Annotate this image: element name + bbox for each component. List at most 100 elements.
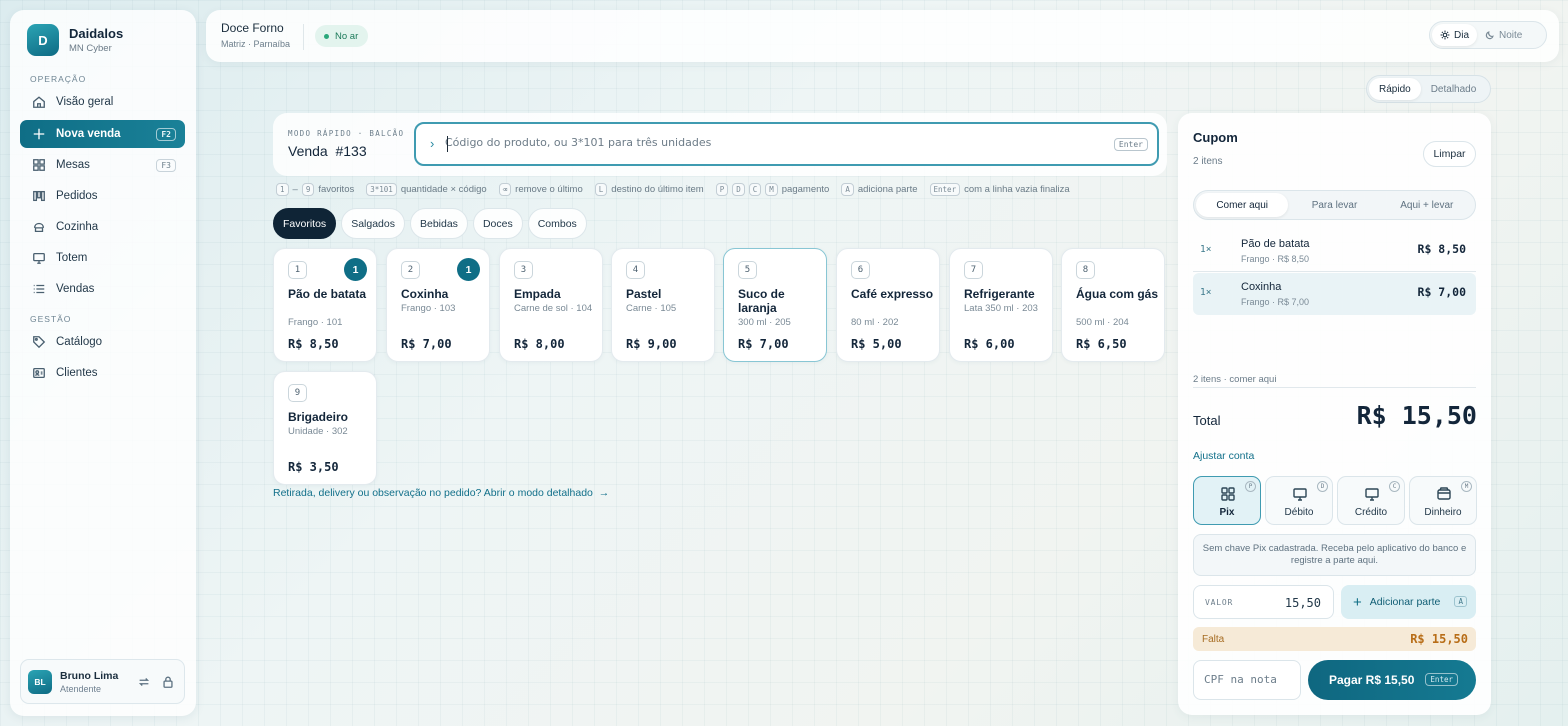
- tab-aqui-levar[interactable]: Aqui + levar: [1381, 193, 1473, 217]
- payment-label: Pix: [1219, 507, 1235, 518]
- product-number: 6: [851, 261, 870, 279]
- tab-bebidas[interactable]: Bebidas: [409, 208, 468, 239]
- line-detail: Frango · R$ 7,00: [1241, 297, 1310, 307]
- cpf-field[interactable]: [1193, 660, 1301, 700]
- cpf-input[interactable]: [1204, 673, 1294, 686]
- product-card[interactable]: 4 Pastel Carne · 105 R$ 9,00: [611, 248, 715, 362]
- receipt-line[interactable]: 1× Pão de batata Frango · R$ 8,50 R$ 8,5…: [1193, 230, 1476, 272]
- product-card[interactable]: 7 Refrigerante Lata 350 ml · 203 R$ 6,00: [949, 248, 1053, 362]
- product-code-input[interactable]: [445, 136, 1045, 149]
- sidebar-item-visao-geral[interactable]: Visão geral: [20, 88, 185, 116]
- line-value: R$ 8,50: [1417, 242, 1466, 256]
- product-detail: Frango · 101: [288, 317, 343, 328]
- quick-entry-panel: MODO RÁPIDO · BALCÃO Venda #133 › Enter: [273, 113, 1167, 176]
- payment-debito-button[interactable]: D Débito: [1265, 476, 1333, 525]
- product-name: Brigadeiro: [288, 410, 349, 424]
- chevron-right-icon: ›: [430, 136, 435, 151]
- section-label-gestao: GESTÃO: [30, 314, 72, 324]
- product-card[interactable]: 5 Suco de laranja 300 ml · 205 R$ 7,00: [723, 248, 827, 362]
- amount-value[interactable]: 15,50: [1285, 596, 1321, 610]
- sidebar-item-clientes[interactable]: Clientes: [20, 359, 185, 387]
- add-part-label: Adicionar parte: [1369, 596, 1441, 608]
- shortcut-badge: F3: [156, 158, 176, 172]
- product-card[interactable]: 1 1 Pão de batata Frango · 101 R$ 8,50: [273, 248, 377, 362]
- sidebar-item-vendas[interactable]: Vendas: [20, 275, 185, 303]
- product-number: 7: [964, 261, 983, 279]
- open-detailed-mode-link[interactable]: Retirada, delivery ou observação no pedi…: [273, 487, 609, 499]
- product-card[interactable]: 6 Café expresso 80 ml · 202 R$ 5,00: [836, 248, 940, 362]
- product-number: 1: [288, 261, 307, 279]
- sidebar-item-pedidos[interactable]: Pedidos: [20, 182, 185, 210]
- payment-label: Débito: [1284, 507, 1314, 518]
- store-name: Doce Forno: [221, 21, 284, 35]
- payment-label: Crédito: [1354, 507, 1388, 518]
- switch-user-icon[interactable]: [137, 675, 151, 689]
- product-card[interactable]: 8 Água com gás 500 ml · 204 R$ 6,50: [1061, 248, 1165, 362]
- product-number: 3: [514, 261, 533, 279]
- remaining-value: R$ 15,50: [1410, 632, 1468, 646]
- amount-field[interactable]: VALOR 15,50: [1193, 585, 1334, 619]
- lock-icon[interactable]: [161, 675, 175, 689]
- sidebar-item-label: Visão geral: [56, 96, 114, 108]
- shortcut-badge: Enter: [1425, 673, 1458, 686]
- product-card[interactable]: 9 Brigadeiro Unidade · 302 R$ 3,50: [273, 371, 377, 485]
- tab-doces[interactable]: Doces: [472, 208, 523, 239]
- topbar: Doce Forno Matriz · Parnaíba No ar Dia N…: [206, 10, 1559, 62]
- pay-button[interactable]: Pagar R$ 15,50 Enter: [1308, 660, 1476, 700]
- product-detail: Carne de sol · 104: [514, 303, 593, 314]
- tab-favoritos[interactable]: Favoritos: [273, 208, 337, 239]
- sidebar-item-label: Totem: [56, 252, 88, 264]
- product-detail: Unidade · 302: [288, 426, 348, 437]
- receipt-title: Cupom: [1193, 130, 1238, 145]
- payment-label: Dinheiro: [1424, 507, 1462, 518]
- total-value: R$ 15,50: [1356, 401, 1477, 430]
- sidebar-item-label: Catálogo: [56, 336, 103, 348]
- sidebar-item-nova-venda[interactable]: Nova venda F2: [20, 120, 185, 148]
- payment-credito-button[interactable]: C Crédito: [1337, 476, 1405, 525]
- sidebar-item-cozinha[interactable]: Cozinha: [20, 213, 185, 241]
- shortcut-badge: P: [1245, 481, 1256, 492]
- tab-para-levar[interactable]: Para levar: [1288, 193, 1380, 217]
- product-card[interactable]: 3 Empada Carne de sol · 104 R$ 8,00: [499, 248, 603, 362]
- product-card[interactable]: 2 1 Coxinha Frango · 103 R$ 7,00: [386, 248, 490, 362]
- mode-rapido-button[interactable]: Rápido: [1369, 78, 1421, 100]
- status-badge: No ar: [315, 25, 369, 47]
- hint-text: favoritos: [318, 184, 355, 195]
- sidebar-item-label: Pedidos: [56, 190, 98, 202]
- theme-day-button[interactable]: Dia: [1432, 24, 1478, 46]
- plus-icon: +: [1353, 593, 1362, 611]
- hint-key: Enter: [929, 183, 961, 196]
- sidebar-item-label: Cozinha: [56, 221, 99, 233]
- receipt-line[interactable]: 1× Coxinha Frango · R$ 7,00 R$ 7,00: [1193, 273, 1476, 315]
- remaining-bar: Falta R$ 15,50: [1193, 627, 1476, 651]
- payment-dinheiro-button[interactable]: M Dinheiro: [1409, 476, 1477, 525]
- sun-icon: [1440, 30, 1450, 40]
- sidebar-item-totem[interactable]: Totem: [20, 244, 185, 272]
- adjust-bill-link[interactable]: Ajustar conta: [1193, 450, 1254, 462]
- sidebar-item-mesas[interactable]: Mesas F3: [20, 151, 185, 179]
- product-code-field[interactable]: › Enter: [414, 122, 1159, 166]
- sidebar-item-catalogo[interactable]: Catálogo: [20, 328, 185, 356]
- hint-key: C: [748, 183, 762, 196]
- theme-night-button[interactable]: Noite: [1477, 24, 1530, 46]
- product-number: 9: [288, 384, 307, 402]
- tab-comer-aqui[interactable]: Comer aqui: [1196, 193, 1289, 217]
- product-number: 4: [626, 261, 645, 279]
- product-name: Empada: [514, 287, 561, 301]
- amount-label: VALOR: [1205, 598, 1234, 607]
- tab-combos[interactable]: Combos: [527, 208, 587, 239]
- quantity-badge: 1: [344, 258, 367, 281]
- product-price: R$ 8,50: [288, 337, 339, 351]
- user-role: Atendente: [60, 683, 102, 694]
- payment-pix-button[interactable]: P Pix: [1193, 476, 1261, 525]
- divider: [1193, 271, 1476, 272]
- list-icon: [33, 284, 45, 294]
- quantity-badge: 1: [457, 258, 480, 281]
- hint-key: L: [594, 183, 608, 196]
- add-part-button[interactable]: + Adicionar parte A: [1341, 585, 1476, 619]
- enter-key-badge: Enter: [1113, 138, 1148, 151]
- sidebar-item-label: Nova venda: [56, 128, 121, 140]
- clear-button[interactable]: Limpar: [1423, 141, 1476, 167]
- tab-salgados[interactable]: Salgados: [341, 208, 405, 239]
- mode-detalhado-button[interactable]: Detalhado: [1421, 78, 1487, 100]
